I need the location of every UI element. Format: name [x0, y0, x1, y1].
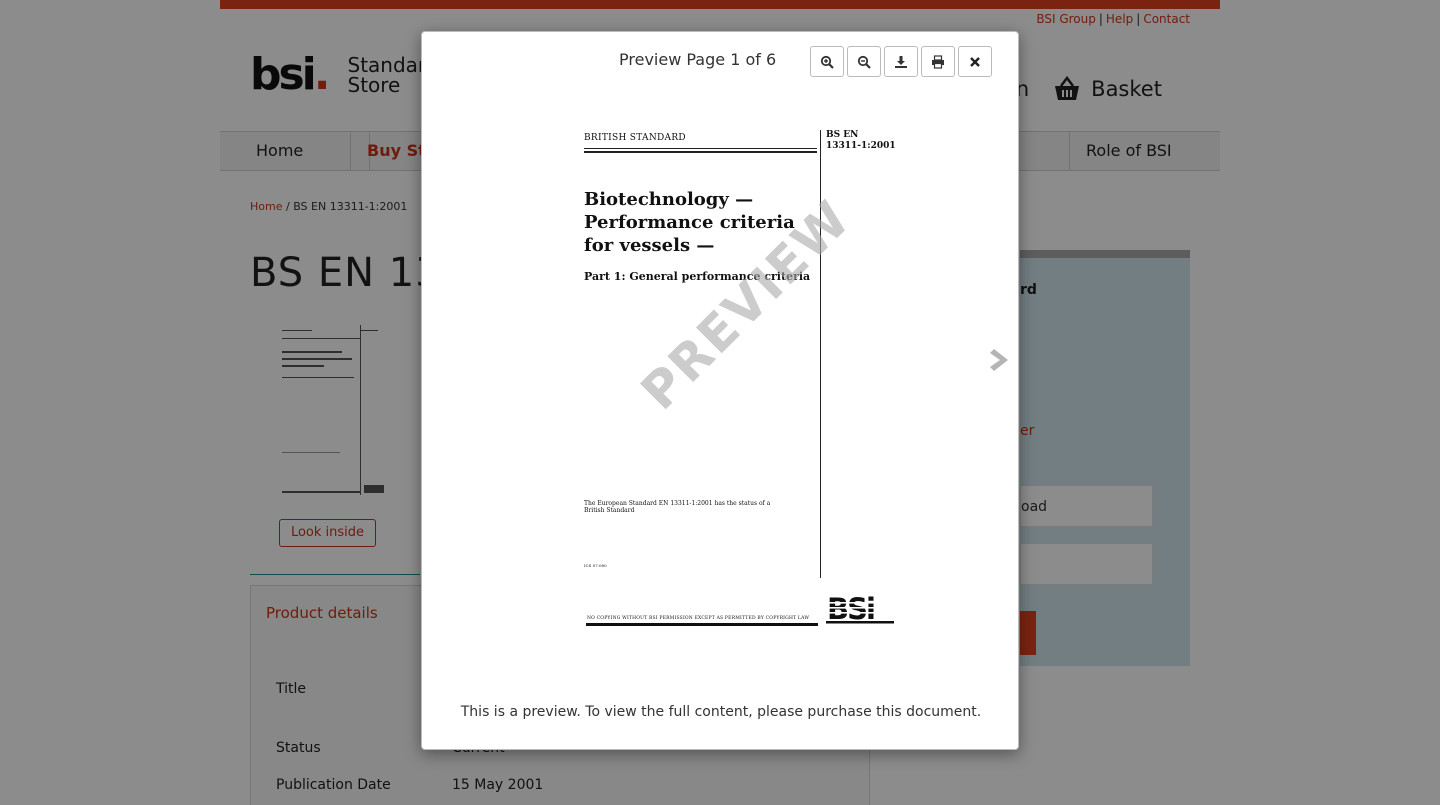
preview-title: Preview Page 1 of 6 — [619, 50, 777, 69]
zoom-in-icon — [820, 55, 834, 69]
preview-disclaimer: This is a preview. To view the full cont… — [460, 704, 982, 720]
zoom-in-button[interactable] — [810, 46, 844, 77]
zoom-out-icon — [857, 55, 871, 69]
doc-ics-code: ICS 07.080 — [584, 563, 607, 568]
doc-rule — [584, 148, 817, 149]
preview-toolbar — [810, 46, 995, 77]
print-icon — [932, 54, 944, 69]
doc-code-line2: 13311-1:2001 — [826, 141, 896, 151]
doc-standard-label: BRITISH STANDARD — [584, 133, 686, 143]
doc-copyright-notice: NO COPYING WITHOUT BSI PERMISSION EXCEPT… — [587, 616, 810, 621]
close-button[interactable] — [958, 46, 992, 77]
svg-text:BSi: BSi — [827, 594, 874, 624]
close-icon — [970, 56, 980, 67]
print-button[interactable] — [921, 46, 955, 77]
doc-code-line1: BS EN — [826, 130, 859, 140]
doc-footer-rule — [586, 623, 818, 626]
doc-rule — [584, 151, 817, 153]
preview-modal: Preview Page 1 of 6 BRITISH STANDARD BS … — [421, 31, 1019, 750]
doc-title-line1: Biotechnology — — [584, 189, 754, 210]
bsi-doc-logo: BSi — [826, 594, 894, 624]
doc-status-line1: The European Standard EN 13311-1:2001 ha… — [584, 500, 771, 507]
doc-status-note: The European Standard EN 13311-1:2001 ha… — [584, 500, 784, 514]
next-page-arrow-icon[interactable] — [988, 345, 1014, 375]
download-button[interactable] — [884, 46, 918, 77]
doc-status-line2: British Standard — [584, 507, 635, 514]
doc-standard-code: BS EN 13311-1:2001 — [826, 130, 896, 152]
download-icon — [895, 55, 907, 68]
zoom-out-button[interactable] — [847, 46, 881, 77]
